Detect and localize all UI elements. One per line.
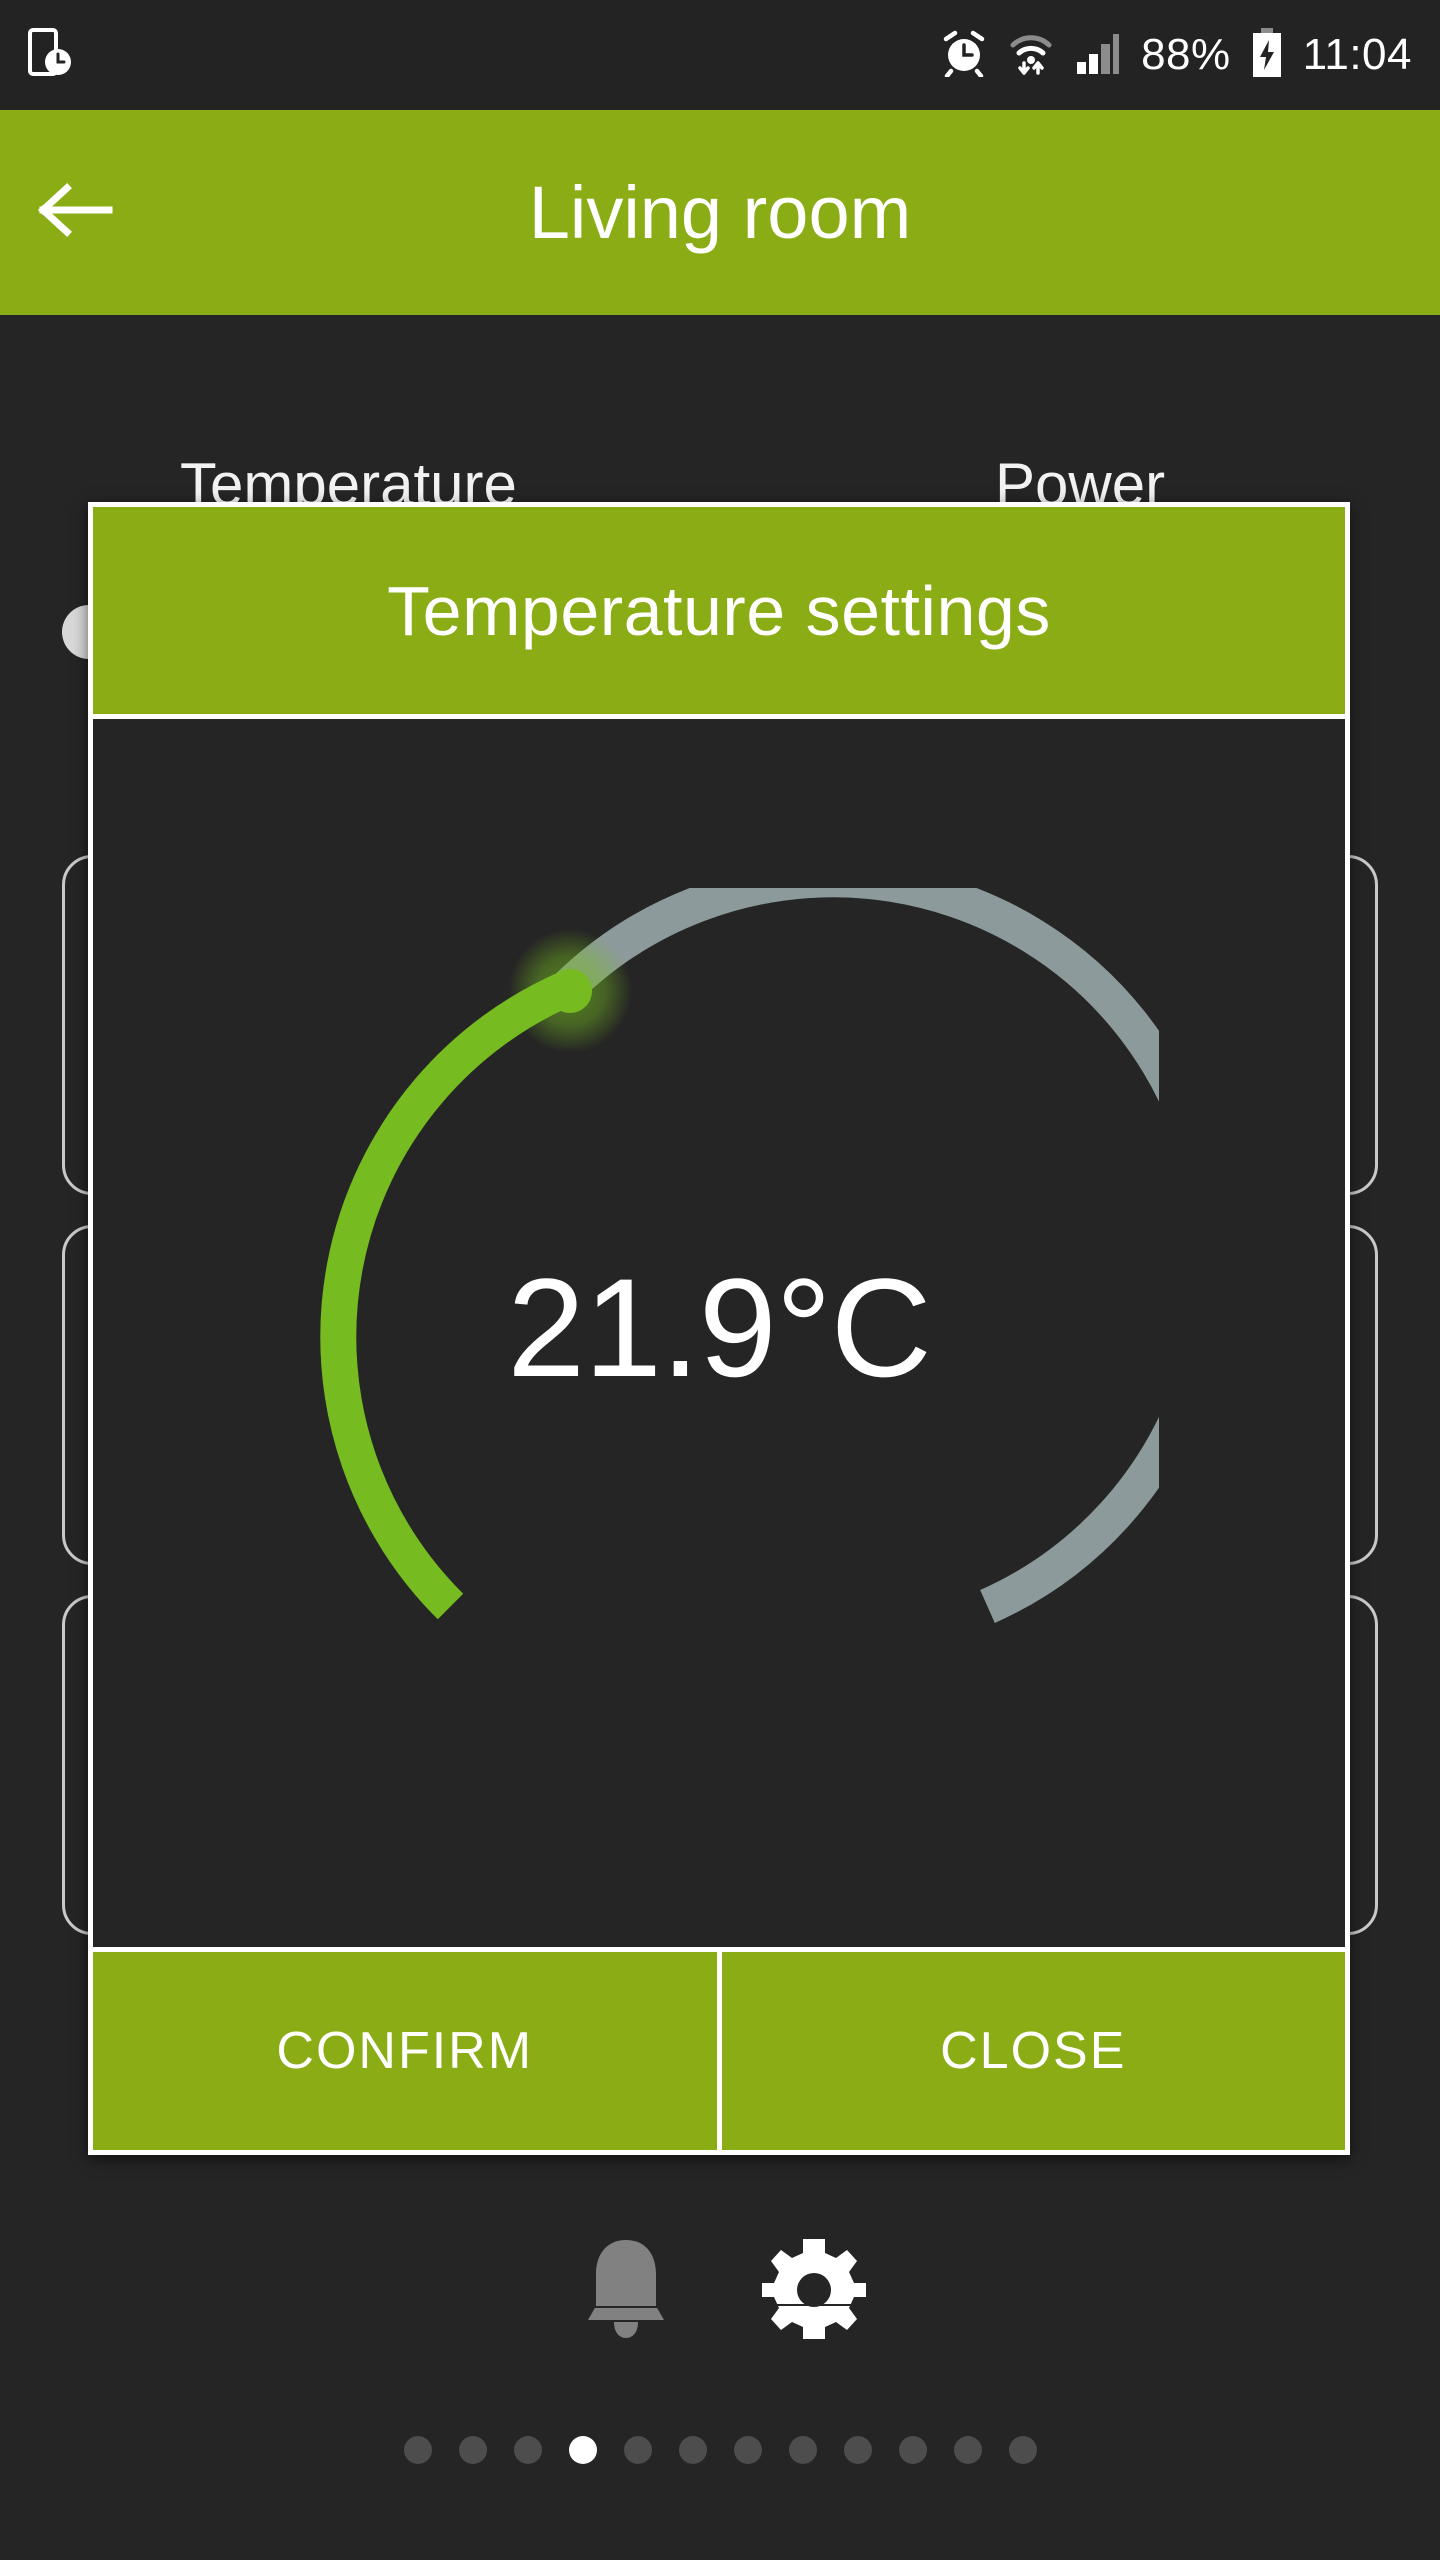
back-button[interactable] [0, 110, 150, 315]
settings-gear-icon[interactable] [762, 2233, 866, 2348]
status-bar-right: 88% 11:04 [941, 27, 1412, 83]
cellular-signal-icon [1075, 30, 1121, 81]
page-dot-active[interactable] [568, 2436, 597, 2464]
page-dot[interactable] [898, 2436, 927, 2464]
confirm-button[interactable]: CONFIRM [93, 1952, 717, 2150]
dialog-body: 21.9°C [93, 714, 1345, 1952]
dialog-header: Temperature settings [93, 507, 1345, 714]
page-dot[interactable] [953, 2436, 982, 2464]
page-dot[interactable] [403, 2436, 432, 2464]
status-bar: 88% 11:04 [0, 0, 1440, 110]
page-dot[interactable] [1008, 2436, 1037, 2464]
alarm-icon [941, 29, 987, 82]
status-bar-clock: 11:04 [1302, 30, 1412, 79]
wifi-transfer-icon [1007, 29, 1055, 82]
gauge-progress [320, 972, 574, 1620]
page-dot[interactable] [843, 2436, 872, 2464]
device-clock-icon [28, 27, 72, 83]
page-indicator-dots [0, 2420, 1440, 2480]
dialog-actions: CONFIRM CLOSE [93, 1952, 1345, 2150]
gauge-track [553, 888, 1159, 1623]
app-bar: Living room [0, 110, 1440, 315]
battery-percent-label: 88% [1141, 30, 1231, 79]
bottom-navigation [0, 2190, 1440, 2390]
page-dot[interactable] [513, 2436, 542, 2464]
close-button[interactable]: CLOSE [721, 1952, 1345, 2150]
phone-screen: 88% 11:04 Living room Temperature Power [0, 0, 1440, 2560]
temperature-gauge[interactable]: 21.9°C [279, 888, 1159, 1768]
page-dot[interactable] [733, 2436, 762, 2464]
page-dot[interactable] [678, 2436, 707, 2464]
gauge-thumb [548, 969, 592, 1013]
page-dot[interactable] [623, 2436, 652, 2464]
page-title: Living room [528, 171, 912, 254]
notifications-bell-icon[interactable] [574, 2230, 678, 2351]
battery-charging-icon [1251, 27, 1283, 83]
temperature-settings-dialog: Temperature settings 21.9°C CONFIRM CLOS… [88, 502, 1350, 2155]
page-dot[interactable] [788, 2436, 817, 2464]
back-arrow-icon [37, 180, 113, 245]
dialog-title: Temperature settings [387, 571, 1051, 650]
page-dot[interactable] [458, 2436, 487, 2464]
status-bar-left [28, 27, 72, 83]
